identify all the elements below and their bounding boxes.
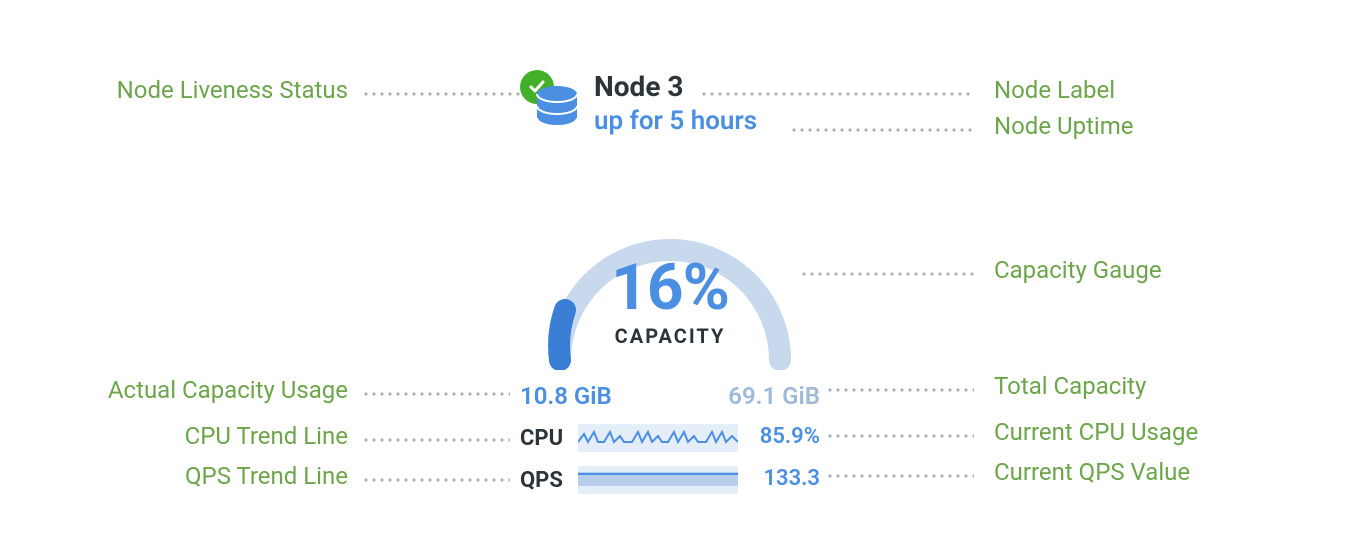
annotation-cpu-trend: CPU Trend Line [146,422,348,450]
capacity-gauge: 16% CAPACITY [520,170,820,370]
capacity-total: 69.1 GiB [728,382,820,410]
annotation-capacity-gauge: Capacity Gauge [994,256,1162,284]
annotation-actual-capacity: Actual Capacity Usage [80,376,348,404]
annotation-qps-trend: QPS Trend Line [146,462,348,490]
connector-dots [362,392,510,396]
qps-row: QPS 133.3 [520,466,820,494]
database-icon [534,84,580,134]
connector-dots [362,92,520,96]
node-uptime: up for 5 hours [594,106,757,136]
qps-value: 133.3 [763,466,820,491]
annotation-total-capacity: Total Capacity [994,372,1146,400]
capacity-values-row: 10.8 GiB 69.1 GiB [520,382,820,410]
node-card: Node 3 up for 5 hours 16% CAPACITY 10.8 … [520,70,860,494]
annotation-liveness: Node Liveness Status [96,76,348,104]
capacity-percent: 16% [520,250,820,325]
qps-sparkline [578,466,738,494]
capacity-label: CAPACITY [520,324,820,348]
connector-dots [362,438,510,442]
annotation-qps-value: Current QPS Value [994,458,1190,486]
node-label: Node 3 [594,70,683,103]
cpu-row: CPU 85.9% [520,424,820,452]
connector-dots [362,478,510,482]
annotation-node-uptime: Node Uptime [994,112,1134,140]
capacity-used: 10.8 GiB [520,382,612,410]
cpu-value: 85.9% [760,424,820,449]
annotation-cpu-value: Current CPU Usage [994,418,1198,446]
qps-label: QPS [520,468,574,493]
node-header: Node 3 up for 5 hours [520,70,860,150]
cpu-label: CPU [520,426,574,451]
annotation-node-label: Node Label [994,76,1115,104]
cpu-sparkline [578,424,738,452]
